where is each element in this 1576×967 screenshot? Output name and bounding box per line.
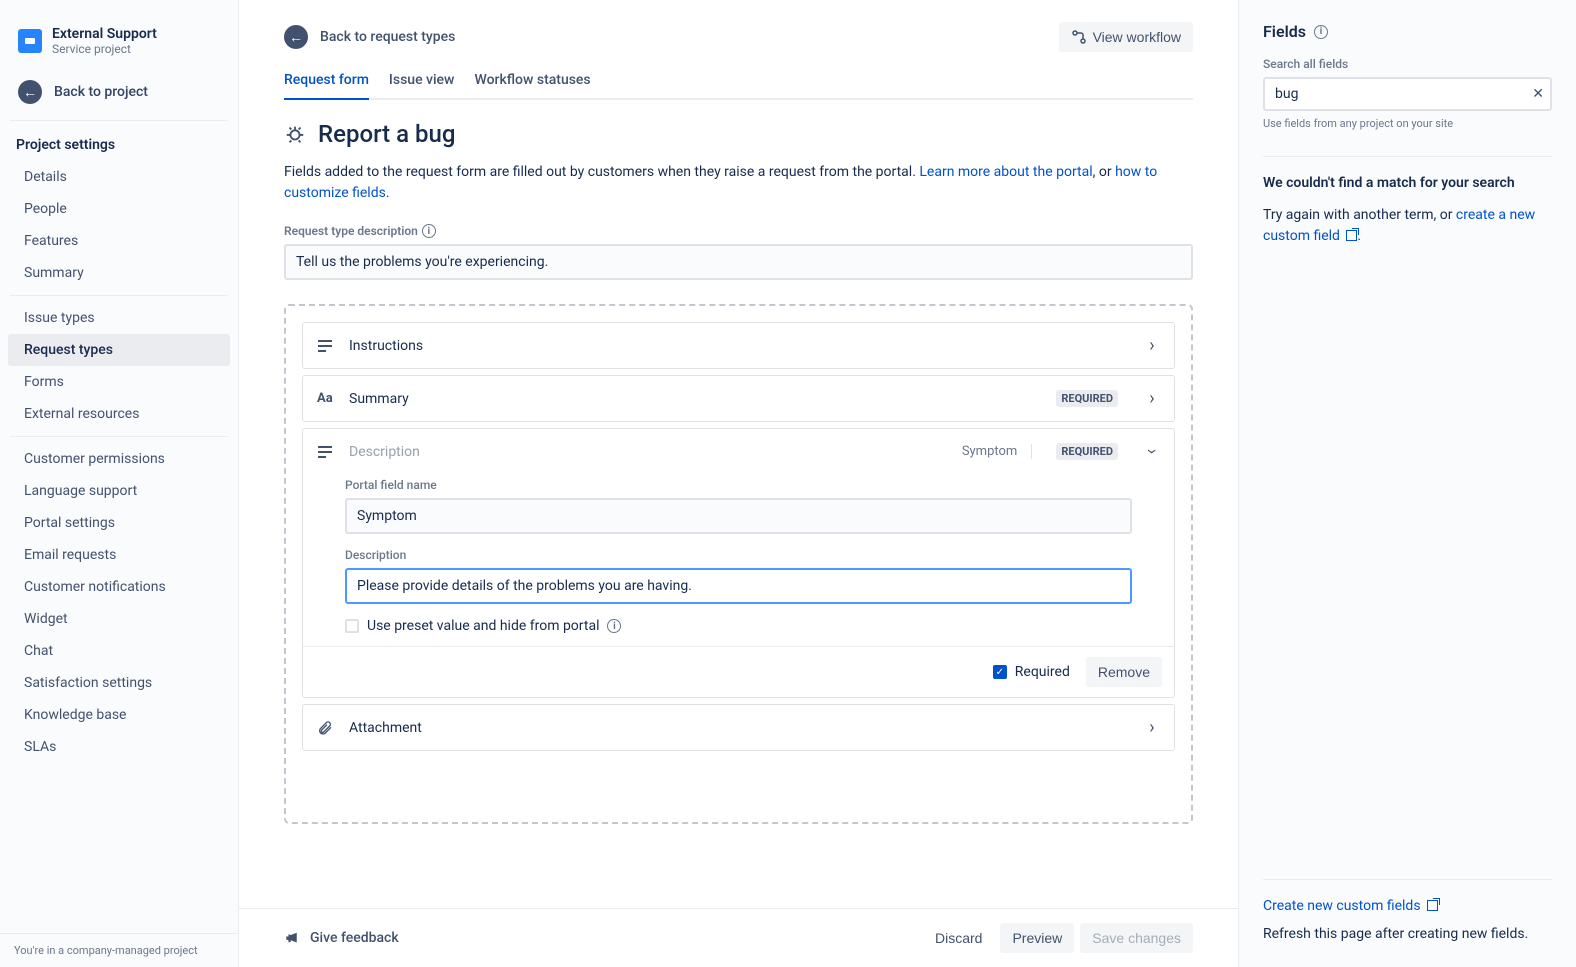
nav-item-language-support[interactable]: Language support xyxy=(8,475,230,507)
nav-item-satisfaction-settings[interactable]: Satisfaction settings xyxy=(8,667,230,699)
tab-issue-view[interactable]: Issue view xyxy=(389,66,455,100)
nav-item-widget[interactable]: Widget xyxy=(8,603,230,635)
checkbox-icon xyxy=(345,619,359,633)
chevron-right-icon: › xyxy=(1144,717,1160,738)
tab-request-form[interactable]: Request form xyxy=(284,66,369,100)
divider xyxy=(10,120,228,121)
field-desc-label: Description xyxy=(345,548,1132,562)
request-type-description-input[interactable] xyxy=(284,244,1193,280)
info-icon[interactable]: i xyxy=(422,224,436,238)
text-icon: Aa xyxy=(317,391,335,406)
attachment-icon xyxy=(317,720,335,736)
external-link-icon xyxy=(1427,900,1438,911)
preset-value-checkbox[interactable]: Use preset value and hide from portal i xyxy=(345,618,1132,634)
tabs: Request form Issue view Workflow statuses xyxy=(284,66,1193,100)
chevron-right-icon: › xyxy=(1144,335,1160,356)
divider xyxy=(10,436,228,437)
divider xyxy=(1263,879,1552,880)
nav-item-details[interactable]: Details xyxy=(8,161,230,193)
nav-item-chat[interactable]: Chat xyxy=(8,635,230,667)
portal-field-name-label: Portal field name xyxy=(345,478,1132,492)
portal-field-name-input[interactable] xyxy=(345,498,1132,534)
required-badge: REQUIRED xyxy=(1056,443,1118,460)
discard-button[interactable]: Discard xyxy=(923,923,994,953)
nav-item-issue-types[interactable]: Issue types xyxy=(8,302,230,334)
info-icon[interactable]: i xyxy=(607,619,621,633)
clear-search-icon[interactable]: ✕ xyxy=(1532,86,1544,102)
give-feedback-button[interactable]: Give feedback xyxy=(284,929,399,947)
field-summary[interactable]: Aa Summary REQUIRED › xyxy=(302,375,1175,422)
nav-group-1: DetailsPeopleFeaturesSummary xyxy=(0,161,238,289)
sidebar: External Support Service project ← Back … xyxy=(0,0,239,967)
back-label: Back to request types xyxy=(320,29,455,45)
section-title: Project settings xyxy=(0,127,238,161)
search-fields-input[interactable] xyxy=(1263,77,1552,111)
paragraph-icon xyxy=(317,445,335,459)
back-to-project-button[interactable]: ← Back to project xyxy=(0,70,238,114)
fields-panel: Fields i Search all fields ✕ Use fields … xyxy=(1239,0,1576,967)
arrow-left-icon: ← xyxy=(284,25,308,49)
project-name: External Support xyxy=(52,26,157,42)
no-match-body: Try again with another term, or create a… xyxy=(1263,205,1552,247)
nav-item-summary[interactable]: Summary xyxy=(8,257,230,289)
chevron-right-icon: › xyxy=(1144,388,1160,409)
checkbox-checked-icon: ✓ xyxy=(993,665,1007,679)
search-label: Search all fields xyxy=(1263,57,1552,71)
chevron-down-icon: › xyxy=(1142,444,1163,460)
view-workflow-button[interactable]: View workflow xyxy=(1059,22,1193,52)
nav-item-features[interactable]: Features xyxy=(8,225,230,257)
back-to-request-types[interactable]: ← Back to request types xyxy=(284,25,455,49)
form-builder: Instructions › Aa Summary REQUIRED › xyxy=(284,304,1193,824)
megaphone-icon xyxy=(284,929,302,947)
fields-title: Fields i xyxy=(1263,22,1552,41)
remove-field-button[interactable]: Remove xyxy=(1086,657,1162,687)
refresh-hint: Refresh this page after creating new fie… xyxy=(1263,924,1552,945)
nav-item-customer-notifications[interactable]: Customer notifications xyxy=(8,571,230,603)
desc-label: Request type description i xyxy=(284,224,1193,238)
nav-item-email-requests[interactable]: Email requests xyxy=(8,539,230,571)
required-badge: REQUIRED xyxy=(1056,390,1118,407)
instructions-icon xyxy=(317,339,335,353)
nav-group-2: Issue typesRequest typesFormsExternal re… xyxy=(0,302,238,430)
main: ← Back to request types View workflow Re… xyxy=(239,0,1239,967)
external-link-icon xyxy=(1346,230,1357,241)
nav-item-knowledge-base[interactable]: Knowledge base xyxy=(8,699,230,731)
nav-item-people[interactable]: People xyxy=(8,193,230,225)
field-description: Description Symptom REQUIRED › Portal fi… xyxy=(302,428,1175,698)
preview-button[interactable]: Preview xyxy=(1000,923,1074,953)
required-checkbox[interactable]: ✓ Required xyxy=(993,664,1070,680)
no-match-heading: We couldn't find a match for your search xyxy=(1263,175,1552,191)
workflow-icon xyxy=(1071,29,1087,45)
arrow-left-icon: ← xyxy=(18,80,42,104)
divider xyxy=(10,295,228,296)
save-changes-button[interactable]: Save changes xyxy=(1080,923,1193,953)
page-title: Report a bug xyxy=(318,120,455,148)
field-attachment[interactable]: Attachment › xyxy=(302,704,1175,751)
nav-item-request-types[interactable]: Request types xyxy=(8,334,230,366)
nav-item-external-resources[interactable]: External resources xyxy=(8,398,230,430)
field-description-input[interactable] xyxy=(345,568,1132,604)
field-description-header[interactable]: Description Symptom REQUIRED › xyxy=(303,429,1174,474)
project-header: External Support Service project xyxy=(0,20,238,70)
field-instructions[interactable]: Instructions › xyxy=(302,322,1175,369)
project-type: Service project xyxy=(52,42,157,56)
sidebar-footer: You're in a company-managed project xyxy=(0,933,238,967)
create-new-custom-fields-link[interactable]: Create new custom fields xyxy=(1263,898,1438,914)
bottom-bar: Give feedback Discard Preview Save chang… xyxy=(239,908,1238,967)
learn-more-link[interactable]: Learn more about the portal xyxy=(919,164,1092,180)
nav-item-slas[interactable]: SLAs xyxy=(8,731,230,763)
tab-workflow-statuses[interactable]: Workflow statuses xyxy=(474,66,590,100)
nav-group-3: Customer permissionsLanguage supportPort… xyxy=(0,443,238,763)
divider xyxy=(1263,156,1552,157)
back-label: Back to project xyxy=(54,84,148,100)
project-icon xyxy=(18,29,42,53)
nav-item-portal-settings[interactable]: Portal settings xyxy=(8,507,230,539)
nav-item-forms[interactable]: Forms xyxy=(8,366,230,398)
intro-text: Fields added to the request form are fil… xyxy=(284,162,1193,204)
nav-item-customer-permissions[interactable]: Customer permissions xyxy=(8,443,230,475)
bug-icon xyxy=(284,123,306,145)
info-icon[interactable]: i xyxy=(1314,25,1328,39)
search-hint: Use fields from any project on your site xyxy=(1263,117,1552,130)
